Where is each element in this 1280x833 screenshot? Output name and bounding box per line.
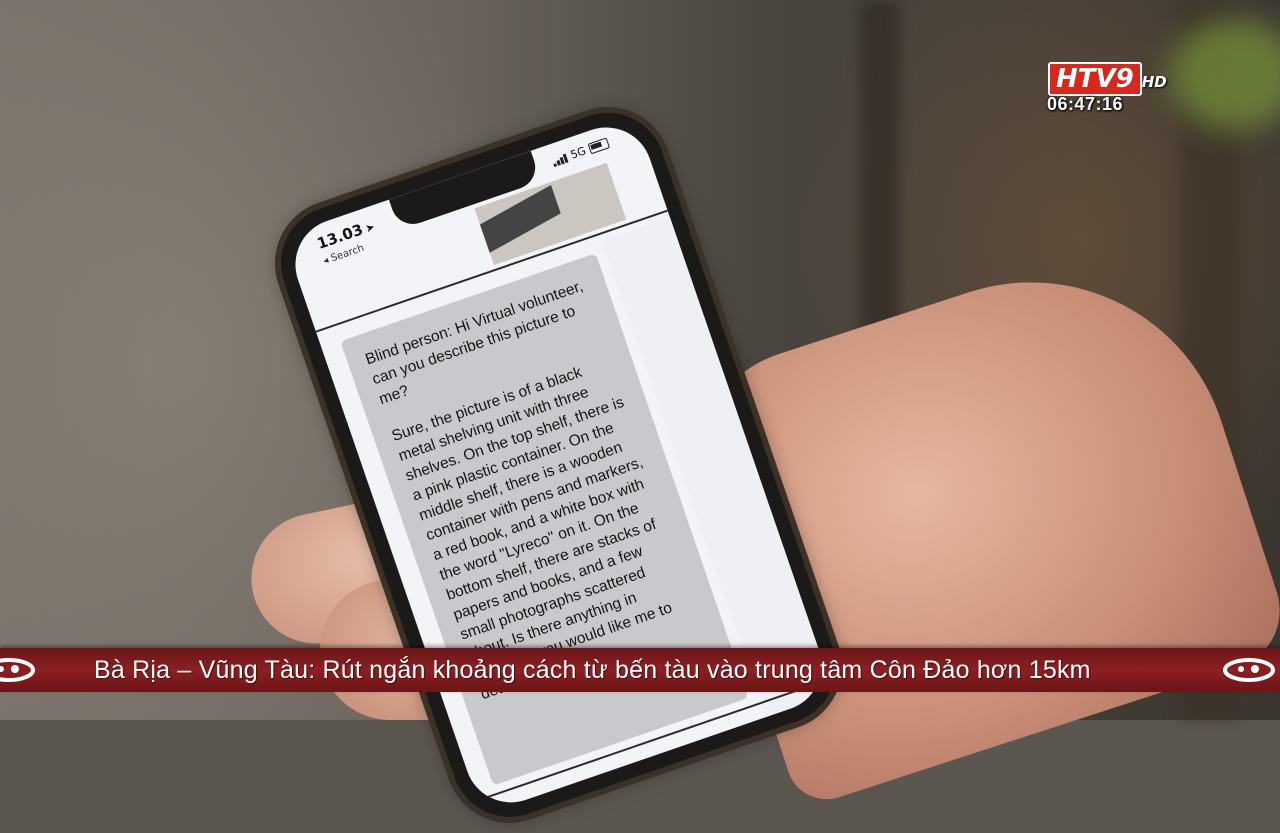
location-arrow-icon: ➤ bbox=[363, 220, 377, 236]
network-label: 5G bbox=[568, 144, 588, 162]
news-ticker: Bà Rịa – Vũng Tàu: Rút ngắn khoảng cách … bbox=[0, 648, 1280, 692]
broadcast-clock: 06:47:16 bbox=[1047, 94, 1124, 114]
channel-logo-hd: HD bbox=[1141, 73, 1167, 91]
battery-icon bbox=[587, 137, 611, 155]
signal-icon bbox=[551, 152, 569, 167]
channel-logo: HTV9 HD bbox=[1048, 62, 1198, 96]
htv-swirl-icon bbox=[1218, 654, 1280, 686]
phone-screen: 13.03➤ ◂ Search 5G Blind person: Hi Virt… bbox=[283, 115, 835, 815]
channel-logo-text: HTV9 bbox=[1048, 62, 1142, 96]
htv-swirl-icon bbox=[0, 654, 40, 686]
ticker-headline: Bà Rịa – Vũng Tàu: Rút ngắn khoảng cách … bbox=[94, 656, 1091, 684]
smartphone: 13.03➤ ◂ Search 5G Blind person: Hi Virt… bbox=[265, 97, 852, 833]
status-bar-right: 5G bbox=[551, 136, 611, 167]
